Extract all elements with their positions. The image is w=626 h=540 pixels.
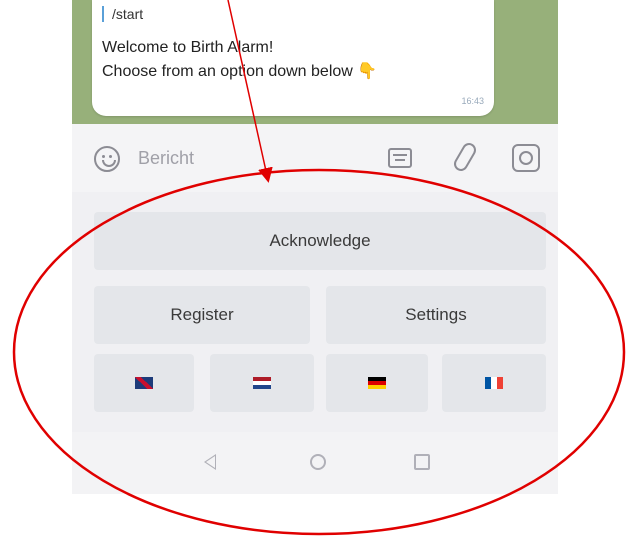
home-circle-icon[interactable] — [310, 454, 326, 470]
register-label: Register — [170, 305, 234, 324]
germany-flag-icon — [368, 377, 386, 389]
cmd-line — [395, 159, 405, 161]
phone-screen: /start Welcome to Birth Alarm! Choose fr… — [72, 0, 558, 494]
back-triangle-icon[interactable] — [204, 454, 216, 470]
reply-quote[interactable]: /start — [102, 6, 143, 22]
register-button[interactable]: Register — [94, 286, 310, 344]
recents-square-icon[interactable] — [414, 454, 430, 470]
english-language-button[interactable] — [94, 354, 194, 412]
bot-keyboard: Acknowledge Register Settings — [72, 192, 558, 432]
chat-wallpaper: /start Welcome to Birth Alarm! Choose fr… — [72, 0, 558, 124]
acknowledge-button[interactable]: Acknowledge — [94, 212, 546, 270]
pointing-down-hand-icon: 👇 — [357, 63, 378, 80]
acknowledge-label: Acknowledge — [269, 231, 371, 250]
android-nav-bar — [72, 432, 558, 494]
emoji-icon[interactable] — [94, 146, 120, 172]
message-text: Welcome to Birth Alarm! Choose from an o… — [102, 36, 377, 84]
message-bubble: /start Welcome to Birth Alarm! Choose fr… — [92, 0, 494, 116]
settings-button[interactable]: Settings — [326, 286, 546, 344]
german-language-button[interactable] — [326, 354, 428, 412]
camera-icon[interactable] — [512, 144, 540, 172]
netherlands-flag-icon — [253, 377, 271, 389]
message-input-bar: Bericht — [72, 124, 558, 193]
message-input[interactable]: Bericht — [138, 148, 194, 169]
cmd-line — [393, 154, 407, 156]
message-line-2: Choose from an option down below 👇 — [102, 60, 377, 84]
message-line-1: Welcome to Birth Alarm! — [102, 39, 274, 56]
french-language-button[interactable] — [442, 354, 546, 412]
bot-command-icon[interactable] — [388, 148, 412, 168]
dutch-language-button[interactable] — [210, 354, 314, 412]
settings-label: Settings — [405, 305, 467, 324]
uk-flag-icon — [135, 377, 153, 389]
message-line-2-text: Choose from an option down below — [102, 63, 353, 80]
paperclip-icon[interactable] — [451, 140, 479, 174]
smile-mouth — [102, 160, 116, 167]
france-flag-icon — [485, 377, 503, 389]
message-time: 16:43 — [461, 96, 484, 106]
